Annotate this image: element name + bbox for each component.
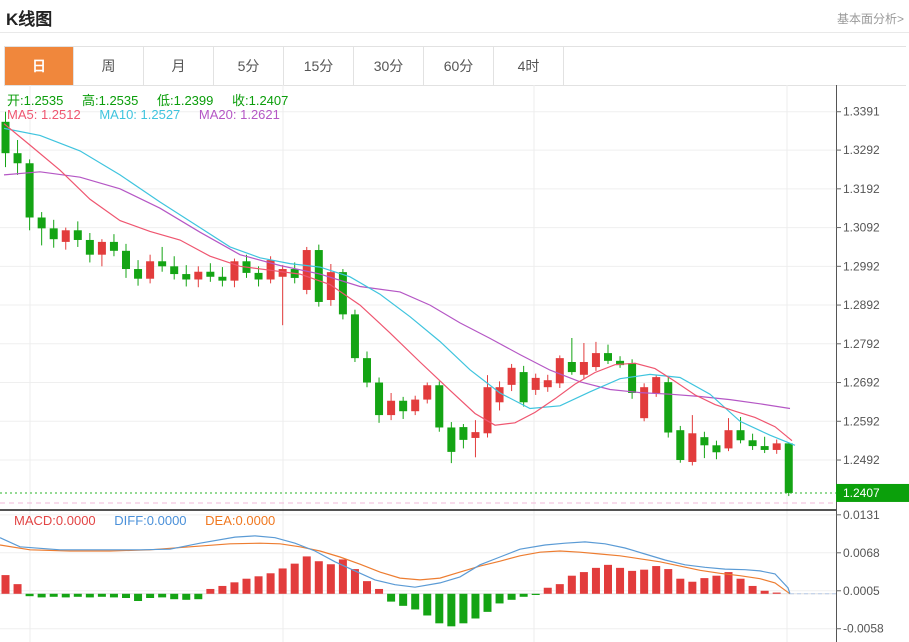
svg-text:1.2692: 1.2692 [843,376,880,390]
svg-text:0.0131: 0.0131 [843,508,880,522]
candles [2,112,793,496]
svg-text:1.3292: 1.3292 [843,143,880,157]
svg-text:1.3092: 1.3092 [843,221,880,235]
svg-text:-0.0058: -0.0058 [843,622,884,636]
price-axis-labels: 1.3391 1.3292 1.3192 1.3092 1.2992 1.2892 1.27… [836,105,884,636]
svg-text:1.2792: 1.2792 [843,337,880,351]
svg-text:1.3192: 1.3192 [843,182,880,196]
svg-text:1.2992: 1.2992 [843,259,880,273]
svg-text:0.0068: 0.0068 [843,546,880,560]
svg-text:1.2592: 1.2592 [843,414,880,428]
svg-text:1.2407: 1.2407 [843,486,880,500]
ma5-line [4,124,792,441]
kline-chart[interactable]: 1.3391 1.3292 1.3192 1.3092 1.2992 1.2892 1.27… [0,0,909,642]
gridlines [0,85,837,642]
svg-text:1.2492: 1.2492 [843,453,880,467]
macd-histogram [2,556,781,626]
ma20-line [4,172,790,409]
current-price-badge: 1.2407 [836,484,909,502]
ma10-line [4,128,795,445]
svg-text:1.2892: 1.2892 [843,298,880,312]
svg-text:1.3391: 1.3391 [843,105,880,119]
svg-text:0.0005: 0.0005 [843,584,880,598]
